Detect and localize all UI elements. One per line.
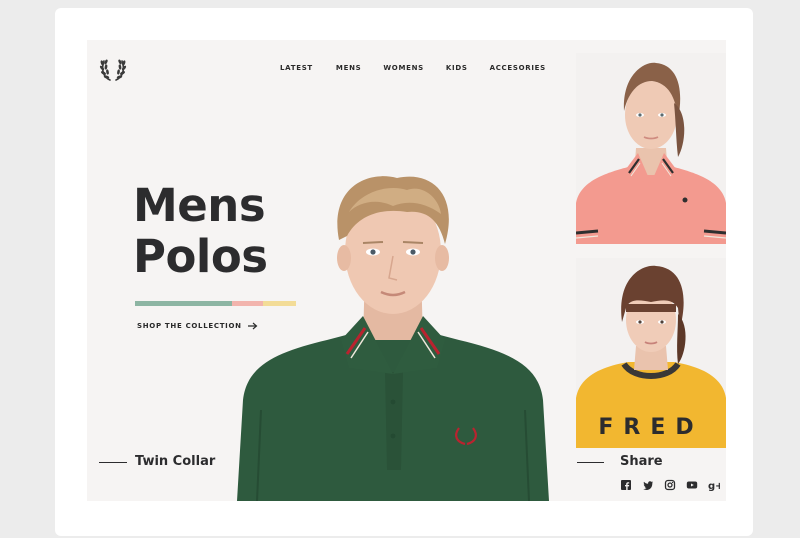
svg-text:g+: g+ [708,481,720,491]
nav-item-womens[interactable]: WOMENS [383,64,424,72]
main-nav: LATEST MENS WOMENS KIDS ACCESORIES [280,64,546,72]
model-photo-yellow-tee: FRED [576,258,726,448]
nav-item-latest[interactable]: LATEST [280,64,313,72]
share-divider [577,462,604,463]
share-label: Share [620,454,663,469]
nav-item-mens[interactable]: MENS [336,64,361,72]
product-caption: Twin Collar [135,454,216,469]
hero-section: LATEST MENS WOMENS KIDS ACCESORIES Mens … [87,40,726,501]
nav-item-accesories[interactable]: ACCESORIES [490,64,546,72]
google-plus-icon[interactable]: g+ [708,479,720,491]
instagram-icon[interactable] [664,479,676,491]
social-links: g+ [620,479,720,491]
nav-item-kids[interactable]: KIDS [446,64,468,72]
facebook-icon[interactable] [620,479,632,491]
youtube-icon[interactable] [686,479,698,491]
shop-collection-label: SHOP THE COLLECTION [137,322,242,330]
fred-print: FRED [598,415,703,440]
twitter-icon[interactable] [642,479,654,491]
stripe-segment-green [135,301,232,306]
laurel-logo-icon[interactable] [99,56,127,82]
model-photo-green-polo [237,176,549,501]
model-photo-pink-polo [576,53,726,244]
caption-divider [99,462,127,463]
